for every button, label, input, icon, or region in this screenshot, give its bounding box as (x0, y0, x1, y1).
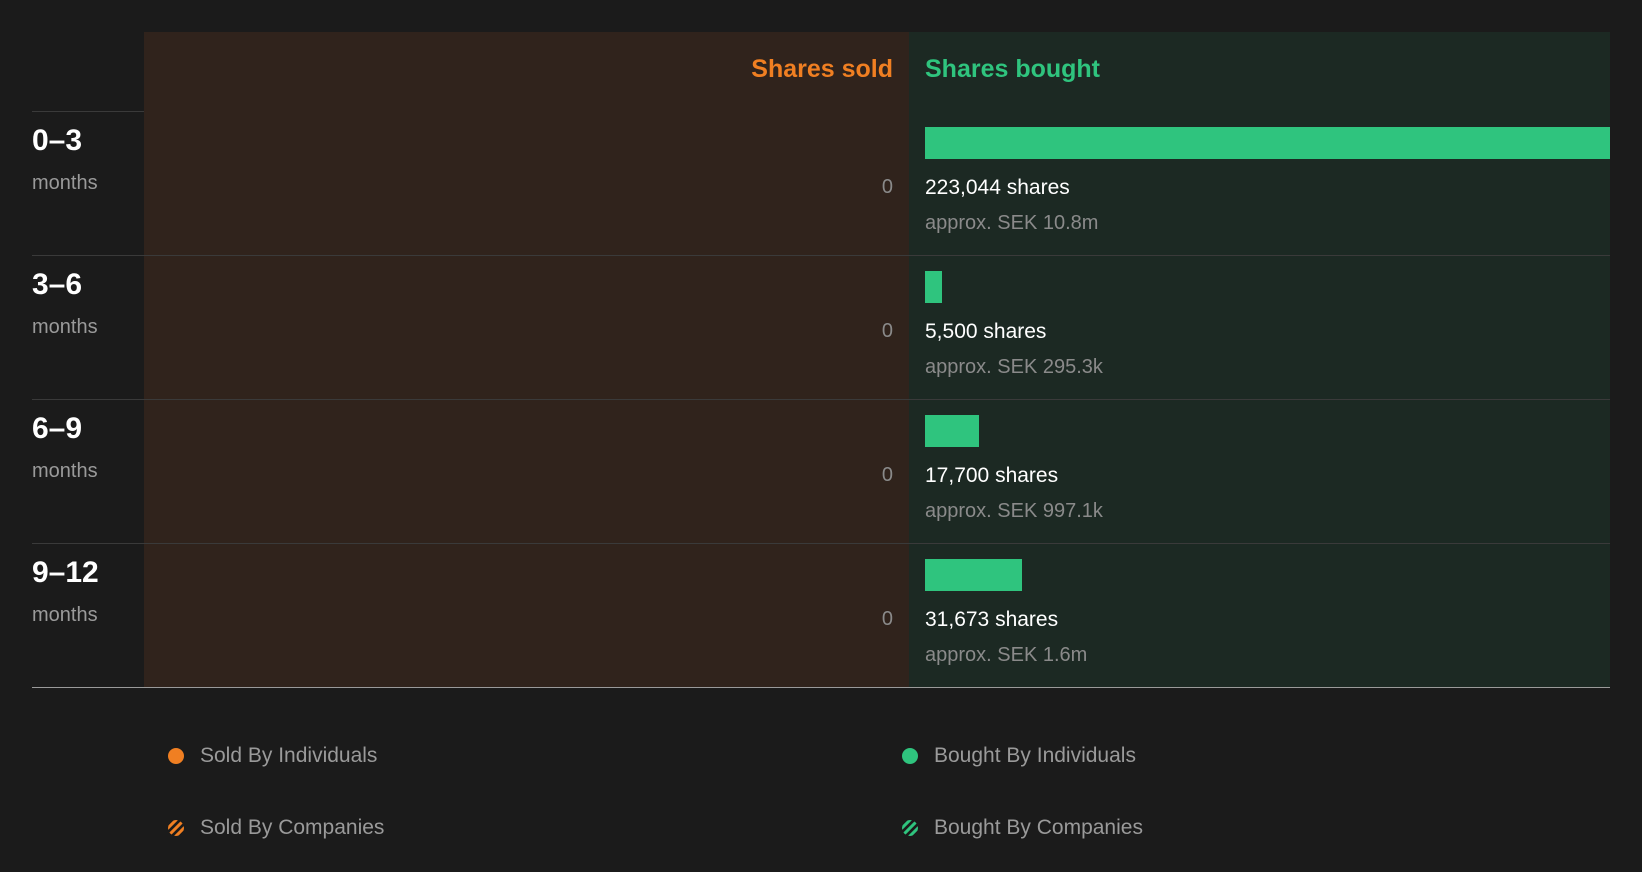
legend-item-sold-companies: Sold By Companies (168, 816, 384, 840)
shares-sold-heading: Shares sold (751, 55, 893, 83)
orange-hatched-dot-icon (168, 820, 184, 836)
bought-cell: 223,044 shares approx. SEK 10.8m (909, 112, 1610, 255)
period-unit: months (32, 172, 98, 194)
sold-value: 0 (881, 608, 893, 630)
bought-bar (925, 559, 1022, 591)
period-range: 0–3 (32, 124, 83, 157)
legend-label: Bought By Companies (934, 816, 1143, 839)
chart-header: Shares sold Shares bought (32, 32, 1610, 112)
orange-dot-icon (168, 748, 184, 764)
period-row: 6–9 months 0 17,700 shares approx. SEK 9… (32, 400, 1610, 544)
period-range: 6–9 (32, 412, 83, 445)
sold-cell: 0 (144, 112, 909, 255)
bought-approx-value: approx. SEK 1.6m (925, 644, 1088, 666)
chart-legend: Sold By Individuals Bought By Individual… (0, 720, 1642, 872)
bought-cell: 17,700 shares approx. SEK 997.1k (909, 400, 1610, 543)
legend-label: Bought By Individuals (934, 744, 1136, 767)
bought-shares: 223,044 shares (925, 176, 1070, 199)
period-unit: months (32, 316, 98, 338)
bought-shares: 31,673 shares (925, 608, 1059, 631)
legend-label: Sold By Individuals (200, 744, 378, 767)
bought-cell: 31,673 shares approx. SEK 1.6m (909, 544, 1610, 687)
sold-cell: 0 (144, 256, 909, 399)
bought-approx-value: approx. SEK 295.3k (925, 356, 1103, 378)
bought-cell: 5,500 shares approx. SEK 295.3k (909, 256, 1610, 399)
bought-bar (925, 271, 942, 303)
bought-shares: 5,500 shares (925, 320, 1047, 343)
period-row: 0–3 months 0 223,044 shares approx. SEK … (32, 112, 1610, 256)
sold-column-header: Shares sold (144, 32, 909, 112)
legend-item-bought-individuals: Bought By Individuals (902, 744, 1136, 768)
period-range: 9–12 (32, 556, 99, 589)
legend-label: Sold By Companies (200, 816, 385, 839)
bought-approx-value: approx. SEK 10.8m (925, 212, 1099, 234)
shares-bought-heading: Shares bought (925, 55, 1101, 83)
sold-value: 0 (881, 320, 893, 342)
green-dot-icon (902, 748, 918, 764)
period-row: 3–6 months 0 5,500 shares approx. SEK 29… (32, 256, 1610, 400)
bought-column-header: Shares bought (909, 32, 1610, 112)
period-range: 3–6 (32, 268, 83, 301)
bought-bar (925, 127, 1610, 159)
bought-bar (925, 415, 979, 447)
sold-value: 0 (881, 176, 893, 198)
legend-item-sold-individuals: Sold By Individuals (168, 744, 377, 768)
period-unit: months (32, 604, 98, 626)
green-hatched-dot-icon (902, 820, 918, 836)
insider-trading-chart: Shares sold Shares bought 0–3 months 0 2… (32, 32, 1610, 688)
sold-cell: 0 (144, 400, 909, 543)
period-row: 9–12 months 0 31,673 shares approx. SEK … (32, 544, 1610, 688)
sold-value: 0 (881, 464, 893, 486)
bought-shares: 17,700 shares (925, 464, 1059, 487)
sold-cell: 0 (144, 544, 909, 687)
bought-approx-value: approx. SEK 997.1k (925, 500, 1103, 522)
period-unit: months (32, 460, 98, 482)
legend-item-bought-companies: Bought By Companies (902, 816, 1143, 840)
